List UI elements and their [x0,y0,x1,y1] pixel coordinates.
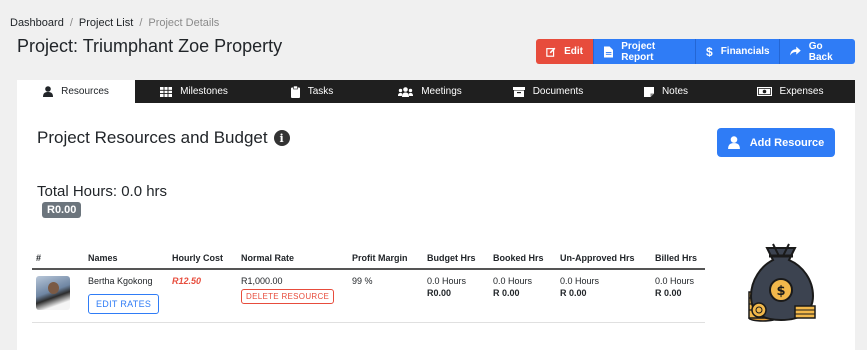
svg-text:$: $ [776,284,785,299]
info-icon[interactable]: i [273,130,290,146]
tab-label: Tasks [307,86,334,97]
breadcrumb-separator: / [139,17,143,29]
edit-icon [546,47,556,57]
budget-amount: R0.00 [427,288,452,298]
cell-name: Bertha Kgokong EDIT RATES [84,269,168,323]
cell-booked-hrs: 0.0 Hours R 0.00 [489,269,556,323]
amount-badge: R0.00 [42,202,82,218]
tab-notes[interactable]: Notes [607,80,725,103]
edit-button[interactable]: Edit [536,39,593,64]
add-resource-button[interactable]: Add Resource [717,128,835,157]
financials-button[interactable]: $ Financials [695,39,779,64]
project-report-button[interactable]: Project Report [593,39,695,64]
tab-label: Milestones [180,86,228,97]
header-index: # [32,248,84,270]
share-arrow-icon [790,46,801,56]
header-budget-hrs: Budget Hrs [423,248,489,270]
budget-hours: 0.0 Hours [427,276,467,286]
cell-normal-rate: R1,000.00 DELETE RESOURCE [237,269,348,323]
table-header-row: # Names Hourly Cost Normal Rate Profit M… [32,248,705,270]
breadcrumb-current: Project Details [148,17,220,29]
tab-documents[interactable]: Documents [489,80,607,103]
avatar [36,276,70,310]
project-report-label: Project Report [621,40,656,63]
financials-label: Financials [720,46,770,57]
breadcrumb: Dashboard / Project List / Project Detai… [10,17,219,29]
breadcrumb-dashboard[interactable]: Dashboard [10,17,64,29]
cell-profit-margin: 99 % [348,269,423,323]
header-booked-hrs: Booked Hrs [489,248,556,270]
unapproved-hours: 0.0 Hours [560,276,600,286]
tab-label: Meetings [421,86,462,97]
table-icon [160,86,173,97]
booked-amount: R 0.00 [493,288,520,298]
header-billed-hrs: Billed Hrs [651,248,705,270]
user-icon [43,86,54,97]
unapproved-amount: R 0.00 [560,288,587,298]
tab-label: Notes [661,86,689,97]
cell-budget-hrs: 0.0 Hours R0.00 [423,269,489,323]
header-unapproved-hrs: Un-Approved Hrs [556,248,651,270]
note-icon [643,86,654,97]
total-hours: Total Hours: 0.0 hrs [37,183,168,200]
cell-billed-hrs: 0.0 Hours R 0.00 [651,269,705,323]
cell-unapproved-hrs: 0.0 Hours R 0.00 [556,269,651,323]
normal-rate: R1,000.00 [241,276,283,286]
top-action-group: Edit Project Report $ Financials Go Back [536,39,855,64]
section-title-text: Project Resources and Budget [37,128,268,147]
section-title: Project Resources and Budget i [37,128,290,148]
header-names: Names [84,248,168,270]
tab-resources[interactable]: Resources [17,80,135,103]
breadcrumb-project-list[interactable]: Project List [79,17,133,29]
tab-label: Expenses [779,86,824,97]
page-title: Project: Triumphant Zoe Property [17,36,283,56]
tab-meetings[interactable]: Meetings [371,80,489,103]
table-row: Bertha Kgokong EDIT RATES R12.50 R1,000.… [32,269,705,323]
go-back-button[interactable]: Go Back [779,39,855,64]
tab-bar: Resources Milestones Tasks Meetings Docu… [17,80,855,103]
user-icon [727,136,740,149]
resources-table: # Names Hourly Cost Normal Rate Profit M… [32,248,705,323]
billed-hours: 0.0 Hours [655,276,695,286]
cell-hourly-cost: R12.50 [168,269,237,323]
go-back-label: Go Back [808,40,833,63]
header-normal-rate: Normal Rate [237,248,348,270]
tab-label: Resources [61,86,109,97]
edit-label: Edit [564,46,583,57]
dollar-icon: $ [706,44,713,59]
file-icon [604,45,614,58]
add-resource-label: Add Resource [749,136,825,149]
resource-name: Bertha Kgokong [88,276,153,286]
money-bill-icon [756,87,772,96]
delete-resource-button[interactable]: DELETE RESOURCE [241,289,335,304]
hourly-cost: R12.50 [172,276,202,286]
project-card: Resources Milestones Tasks Meetings Docu… [17,80,855,350]
archive-icon [512,86,525,97]
billed-amount: R 0.00 [655,288,682,298]
profit-margin: 99 % [352,276,373,286]
clipboard-icon [290,85,300,98]
breadcrumb-separator: / [69,17,73,29]
tab-milestones[interactable]: Milestones [135,80,253,103]
users-icon [398,86,414,97]
money-bag-illustration: $ [748,243,816,322]
header-hourly-cost: Hourly Cost [168,248,237,270]
booked-hours: 0.0 Hours [493,276,533,286]
tab-label: Documents [532,86,584,97]
tab-tasks[interactable]: Tasks [253,80,371,103]
header-profit-margin: Profit Margin [348,248,423,270]
cell-avatar [32,269,84,323]
edit-rates-button[interactable]: EDIT RATES [88,294,160,314]
tab-expenses[interactable]: Expenses [725,80,855,103]
